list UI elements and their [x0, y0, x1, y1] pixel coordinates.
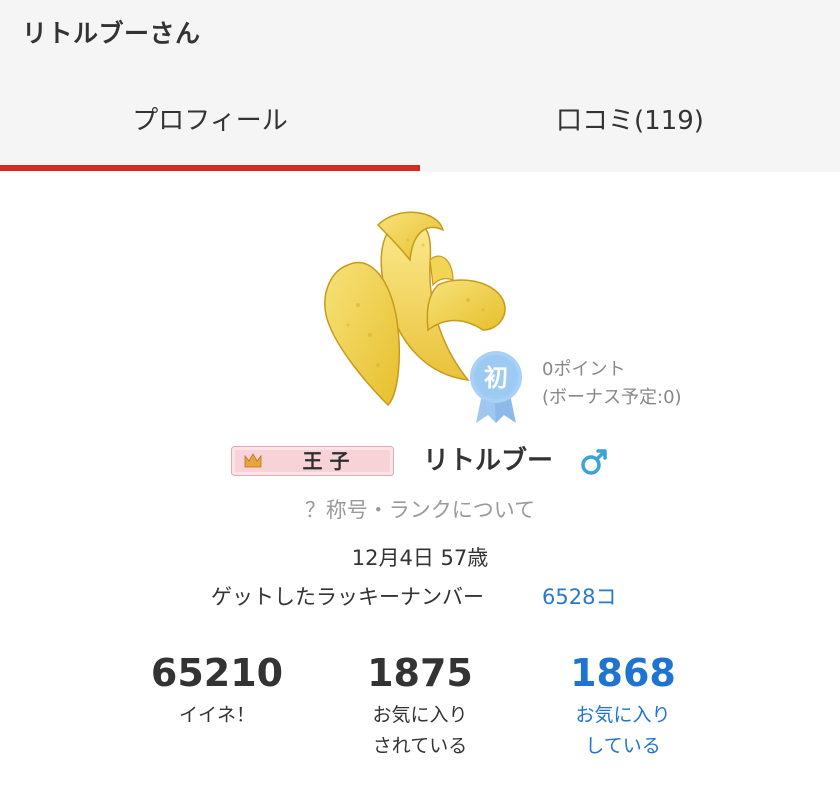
title-badge-text: 王 子 [303, 449, 350, 473]
stat-favoriting-value[interactable]: 1868 [523, 650, 723, 696]
stat-favorited-by-label-line1: お気に入り [372, 704, 468, 726]
male-icon [578, 446, 610, 478]
stat-favoriting-label-line1[interactable]: お気に入り [523, 700, 723, 731]
page-title: リトルブーさん [22, 19, 201, 48]
lucky-number-count[interactable]: 6528コ [542, 581, 616, 611]
rank-info-link[interactable]: ？称号・ランクについて [0, 494, 840, 524]
stat-favorited-by-label-line2: されている [372, 735, 468, 757]
stat-likes-label: イイネ！ [178, 704, 255, 726]
birthday-age: 12月4日 57歳 [351, 546, 489, 570]
user-name: リトルブー [423, 446, 554, 476]
header-area: リトルブーさん プロフィール 口コミ(119) [0, 0, 840, 172]
tab-profile[interactable]: プロフィール [0, 100, 420, 137]
stat-likes: 65210 イイネ！ [117, 650, 317, 731]
stat-favorited-by-value: 1875 [367, 651, 473, 695]
rank-badge-text: 初 [484, 364, 508, 392]
lucky-number-label: ゲットしたラッキーナンバー [211, 585, 484, 609]
points-info: 0ポイント (ボーナス予定:0) [542, 356, 682, 412]
stat-favorited-by: 1875 お気に入り されている [320, 650, 520, 762]
stat-likes-value: 65210 [150, 651, 284, 695]
stat-favoriting-label-line2[interactable]: している [523, 731, 723, 762]
points-value: 0ポイント [542, 359, 626, 380]
stat-favorited-by-label: お気に入り されている [320, 700, 520, 762]
stat-favoriting-label[interactable]: お気に入り している [523, 700, 723, 762]
rank-ribbon-icon: 初 [466, 345, 526, 425]
tab-reviews[interactable]: 口コミ(119) [420, 100, 840, 137]
title-badge: 王 子 [231, 446, 394, 476]
active-tab-indicator [0, 165, 420, 171]
stat-favoriting[interactable]: 1868 お気に入り している [523, 650, 723, 762]
bonus-value: (ボーナス予定:0) [542, 387, 682, 408]
